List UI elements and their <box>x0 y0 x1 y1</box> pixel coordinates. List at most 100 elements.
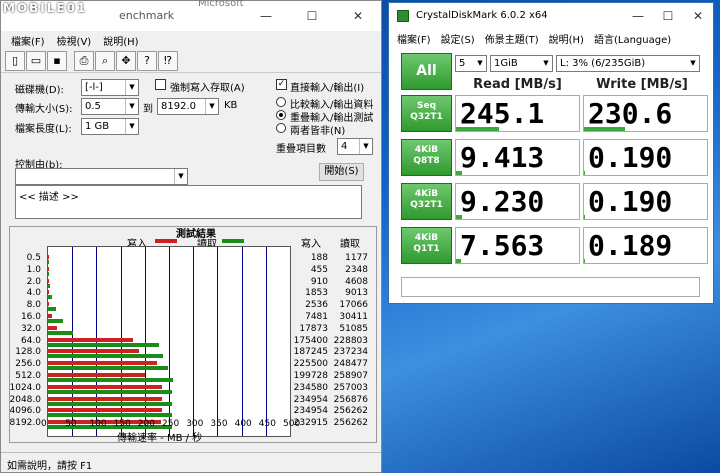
test-button-1[interactable]: 4KiB Q8T8 <box>401 139 452 176</box>
all-button[interactable]: All <box>401 53 452 90</box>
print-icon[interactable]: ⎙ <box>74 50 94 71</box>
menu-file[interactable]: 檔案(F) <box>11 33 45 48</box>
read-value-text: 9.413 <box>460 141 545 174</box>
status-bar: 如需說明，請按 F1 <box>1 452 381 472</box>
maximize-icon[interactable]: ☐ <box>289 1 335 31</box>
cdm-minimize-icon[interactable]: — <box>623 3 653 29</box>
read-value-text: 7.563 <box>460 229 545 262</box>
write-value-label: 187245 <box>293 347 328 358</box>
cdm-titlebar: CrystalDiskMark 6.0.2 x64 — ☐ ✕ <box>389 3 713 29</box>
test-label-line2: Q8T8 <box>413 156 440 166</box>
move-icon[interactable]: ✥ <box>116 50 136 71</box>
new-icon[interactable]: ▯ <box>5 50 25 71</box>
write-value-text: 230.6 <box>588 97 673 130</box>
preview-icon[interactable]: ⌕ <box>95 50 115 71</box>
write-value-text: 0.190 <box>588 141 673 174</box>
transfer-from-select[interactable]: 0.5 ▼ <box>81 98 139 115</box>
direct-io-checkbox[interactable]: ✓ <box>276 79 287 90</box>
read-bar <box>48 378 174 383</box>
close-icon[interactable]: ✕ <box>335 1 381 31</box>
read-value-label: 258907 <box>333 371 368 382</box>
radio-compare[interactable] <box>276 97 286 107</box>
file-length-select[interactable]: 1 GB ▼ <box>81 118 139 135</box>
write-value-bar <box>584 127 625 131</box>
cdm-title: CrystalDiskMark 6.0.2 x64 <box>416 10 548 21</box>
write-value-bar <box>584 215 586 219</box>
write-bar <box>48 313 52 318</box>
atto-window: enchmark Microsoft — ☐ ✕ 檔案(F) 檢視(V) 說明(… <box>0 0 382 473</box>
runs-select[interactable]: 5 ▼ <box>455 55 487 72</box>
cdm-menu-language[interactable]: 語言(Language) <box>594 31 671 46</box>
test-button-0[interactable]: Seq Q32T1 <box>401 95 452 132</box>
open-icon[interactable]: ▭ <box>26 50 46 71</box>
test-button-3[interactable]: 4KiB Q1T1 <box>401 227 452 264</box>
cdm-menu-file[interactable]: 檔案(F) <box>397 31 431 46</box>
y-tick-label: 2048.0 <box>9 394 42 405</box>
read-bar <box>48 389 173 394</box>
cdm-menu-theme[interactable]: 佈景主題(T) <box>485 31 539 46</box>
test-label-line1: 4KiB <box>414 189 439 199</box>
test-label-line2: Q1T1 <box>413 244 440 254</box>
write-value-text: 0.190 <box>588 185 673 218</box>
read-bar <box>48 295 53 300</box>
save-icon[interactable]: ▪ <box>47 50 67 71</box>
grid-line <box>241 247 243 436</box>
cdm-maximize-icon[interactable]: ☐ <box>653 3 683 29</box>
read-bar <box>48 401 173 406</box>
y-tick-label: 256.0 <box>15 359 41 370</box>
write-value-2: 0.190 <box>583 183 708 220</box>
grid-line <box>217 247 219 436</box>
menu-help[interactable]: 說明(H) <box>103 33 138 48</box>
read-value-label: 4608 <box>345 276 368 287</box>
minimize-icon[interactable]: — <box>243 1 289 31</box>
start-button[interactable]: 開始(S) <box>319 163 364 181</box>
write-bar <box>48 361 158 366</box>
drive-select[interactable]: L: 3% (6/235GiB) ▼ <box>556 55 700 72</box>
x-tick-label: 200 <box>137 419 155 429</box>
force-write-checkbox[interactable] <box>155 79 166 90</box>
drive-label: 磁碟機(D): <box>15 85 64 96</box>
write-value-label: 225500 <box>293 359 328 370</box>
test-button-2[interactable]: 4KiB Q32T1 <box>401 183 452 220</box>
y-tick-label: 1.0 <box>26 264 41 275</box>
read-value-1: 9.413 <box>455 139 580 176</box>
x-tick-label: 350 <box>210 419 228 429</box>
y-tick-label: 128.0 <box>15 347 41 358</box>
cdm-menu-settings[interactable]: 設定(S) <box>441 31 475 46</box>
control-select[interactable]: ▼ <box>15 168 188 185</box>
read-value-label: 9013 <box>345 288 368 299</box>
watermark: MOBILE01 <box>3 1 88 15</box>
cdm-menu-help[interactable]: 說明(H) <box>549 31 584 46</box>
description-box[interactable]: << 描述 >> <box>15 185 362 219</box>
size-select[interactable]: 1GiB ▼ <box>490 55 553 72</box>
write-value-label: 232915 <box>293 418 328 429</box>
write-value-label: 199728 <box>293 371 328 382</box>
read-value-0: 245.1 <box>455 95 580 132</box>
x-tick-label: 300 <box>186 419 204 429</box>
read-value-label: 1177 <box>345 252 368 263</box>
read-bar <box>48 330 73 335</box>
context-help-icon[interactable]: ⁉ <box>158 50 178 71</box>
y-tick-label: 512.0 <box>15 371 41 382</box>
y-tick-label: 8192.0 <box>9 418 42 429</box>
drive-select[interactable]: [-l-] ▼ <box>81 79 139 96</box>
read-value-label: 30411 <box>339 311 368 322</box>
queue-depth-select[interactable]: 4 ▼ <box>337 138 373 155</box>
write-value-label: 910 <box>310 276 328 287</box>
menu-view[interactable]: 檢視(V) <box>57 33 92 48</box>
kb-label: KB <box>224 100 238 111</box>
radio-overlap[interactable] <box>276 110 286 120</box>
radio-neither[interactable] <box>276 123 286 133</box>
y-tick-label: 8.0 <box>26 300 41 311</box>
col-read-header: 讀取 <box>340 239 360 250</box>
help-icon[interactable]: ? <box>137 50 157 71</box>
transfer-size-label: 傳輸大小(S): <box>15 104 73 115</box>
write-value-1: 0.190 <box>583 139 708 176</box>
comment-field[interactable] <box>401 277 700 297</box>
transfer-to-select[interactable]: 8192.0 ▼ <box>157 98 219 115</box>
write-value-label: 175400 <box>293 335 328 346</box>
write-value-label: 234954 <box>293 394 328 405</box>
y-tick-label: 16.0 <box>20 311 41 322</box>
test-label-line1: 4KiB <box>414 233 439 243</box>
cdm-close-icon[interactable]: ✕ <box>683 3 713 29</box>
